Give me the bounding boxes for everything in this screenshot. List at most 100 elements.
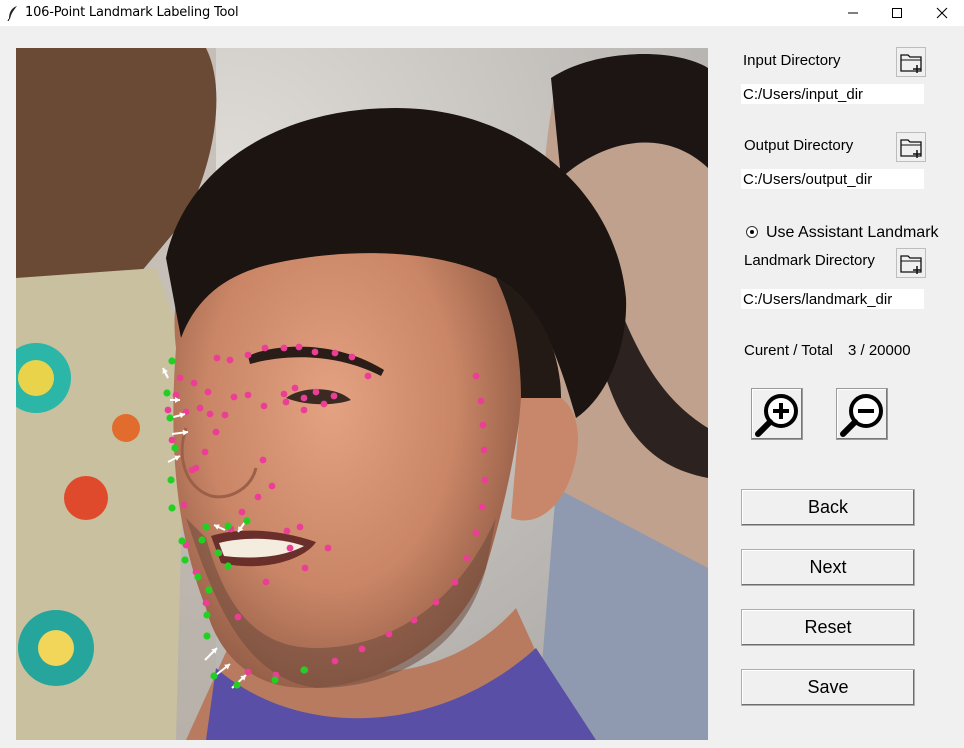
landmark-point[interactable] [477,397,485,405]
landmark-point[interactable] [221,411,229,419]
assist-landmark-point[interactable] [194,573,202,581]
assist-landmark-point[interactable] [243,517,251,525]
landmark-point[interactable] [330,392,338,400]
assist-landmark-point[interactable] [166,414,174,422]
landmark-point[interactable] [226,356,234,364]
assist-landmark-point[interactable] [203,632,211,640]
landmark-point[interactable] [213,354,221,362]
landmark-point[interactable] [324,544,332,552]
landmark-point[interactable] [320,400,328,408]
landmark-directory-field[interactable] [741,289,924,309]
landmark-point[interactable] [168,436,176,444]
landmark-directory-browse-button[interactable] [896,248,926,278]
next-button[interactable]: Next [741,549,915,586]
assist-landmark-point[interactable] [210,672,218,680]
zoom-out-button[interactable] [836,388,888,440]
landmark-point[interactable] [481,476,489,484]
assist-landmark-point[interactable] [181,556,189,564]
landmark-point[interactable] [176,374,184,382]
landmark-point[interactable] [180,501,188,509]
landmark-point[interactable] [410,616,418,624]
landmark-point[interactable] [451,578,459,586]
reset-button[interactable]: Reset [741,609,915,646]
assist-landmark-point[interactable] [171,444,179,452]
landmark-point[interactable] [204,388,212,396]
output-directory-browse-button[interactable] [896,132,926,162]
image-canvas[interactable] [16,48,708,740]
assist-landmark-point[interactable] [300,666,308,674]
save-button[interactable]: Save [741,669,915,706]
assist-landmark-point[interactable] [214,549,222,557]
landmark-point[interactable] [206,410,214,418]
landmark-point[interactable] [463,554,471,562]
landmark-point[interactable] [196,404,204,412]
assist-landmark-point[interactable] [224,522,232,530]
landmark-point[interactable] [295,343,303,351]
landmark-point[interactable] [260,402,268,410]
landmark-point[interactable] [472,529,480,537]
landmark-point[interactable] [234,613,242,621]
assist-landmark-point[interactable] [233,681,241,689]
landmark-point[interactable] [300,394,308,402]
input-directory-browse-button[interactable] [896,47,926,77]
landmark-point[interactable] [164,406,172,414]
assist-landmark-point[interactable] [178,537,186,545]
landmark-point[interactable] [201,448,209,456]
landmark-point[interactable] [331,349,339,357]
zoom-in-button[interactable] [751,388,803,440]
landmark-point[interactable] [283,527,291,535]
landmark-point[interactable] [280,390,288,398]
landmark-point[interactable] [385,630,393,638]
landmark-point[interactable] [244,351,252,359]
assist-landmark-point[interactable] [198,536,206,544]
input-directory-field[interactable] [741,84,924,104]
landmark-point[interactable] [479,421,487,429]
assist-landmark-point[interactable] [271,676,279,684]
landmark-point[interactable] [348,353,356,361]
maximize-button[interactable] [874,0,920,26]
close-button[interactable] [919,0,964,26]
landmark-point[interactable] [364,372,372,380]
assist-landmark-point[interactable] [224,562,232,570]
landmark-point[interactable] [172,391,180,399]
landmark-point[interactable] [286,544,294,552]
landmark-point[interactable] [311,348,319,356]
landmark-point[interactable] [478,503,486,511]
landmark-point[interactable] [432,598,440,606]
landmark-point[interactable] [358,645,366,653]
landmark-point[interactable] [331,657,339,665]
landmark-point[interactable] [291,384,299,392]
back-button[interactable]: Back [741,489,915,526]
assist-landmark-point[interactable] [202,523,210,531]
landmark-point[interactable] [188,466,196,474]
assistant-landmark-radio[interactable] [746,226,758,238]
assist-landmark-point[interactable] [203,611,211,619]
landmark-point[interactable] [268,482,276,490]
landmark-point[interactable] [254,493,262,501]
assist-landmark-point[interactable] [205,586,213,594]
assist-landmark-point[interactable] [163,389,171,397]
landmark-point[interactable] [261,344,269,352]
landmark-point[interactable] [480,446,488,454]
output-directory-field[interactable] [741,169,924,189]
landmark-point[interactable] [301,564,309,572]
landmark-point[interactable] [262,578,270,586]
landmark-point[interactable] [244,391,252,399]
landmark-point[interactable] [282,398,290,406]
landmark-point[interactable] [244,668,252,676]
landmark-point[interactable] [190,379,198,387]
landmark-point[interactable] [259,456,267,464]
landmark-point[interactable] [312,388,320,396]
landmark-point[interactable] [296,523,304,531]
landmark-point[interactable] [238,508,246,516]
landmark-point[interactable] [472,372,480,380]
landmark-point[interactable] [280,344,288,352]
assist-landmark-point[interactable] [167,476,175,484]
landmark-point[interactable] [230,393,238,401]
landmark-point[interactable] [300,406,308,414]
assist-landmark-point[interactable] [168,504,176,512]
landmark-point[interactable] [212,428,220,436]
minimize-button[interactable] [830,0,876,26]
landmark-point[interactable] [202,599,210,607]
assist-landmark-point[interactable] [168,357,176,365]
